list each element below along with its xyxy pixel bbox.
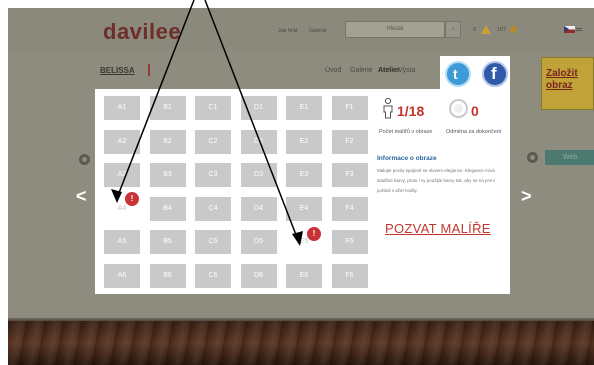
- create-painting-link[interactable]: Založit obraz: [546, 68, 578, 92]
- nav-gallery[interactable]: Galerie: [309, 28, 327, 34]
- grid-tile-a3[interactable]: A3: [104, 163, 140, 187]
- nav-how-to-play[interactable]: Jak hrát: [278, 28, 298, 34]
- grid-tile-c1[interactable]: C1: [195, 96, 231, 120]
- grid-tile-c2[interactable]: C2: [195, 129, 231, 154]
- twitter-icon[interactable]: t: [445, 61, 471, 87]
- wooden-floor: [8, 321, 594, 365]
- warning-icon: !: [125, 192, 139, 206]
- invite-painter-link[interactable]: POZVAT MALÍŘE: [385, 221, 491, 236]
- grid-tile-b2[interactable]: B2: [149, 129, 186, 154]
- grid-tile-b4[interactable]: B4: [149, 196, 186, 221]
- info-text: Malujte pocity spojené se slovem eleganc…: [377, 168, 495, 193]
- grid-tile-a5[interactable]: A5: [104, 230, 140, 254]
- tab-atelier[interactable]: Atelier: [378, 67, 400, 74]
- grid-tile-b6[interactable]: B6: [149, 263, 186, 288]
- info-title: Informace o obraze: [377, 155, 437, 162]
- grid-tile-e2[interactable]: E2: [286, 129, 322, 154]
- search-button[interactable]: ›: [445, 21, 461, 38]
- reward-count: 0: [471, 103, 479, 119]
- web-button[interactable]: Web: [545, 150, 594, 165]
- grid-tile-d1[interactable]: D1: [240, 96, 277, 120]
- grid-tile-d4[interactable]: D4: [240, 196, 277, 221]
- grid-tile-f5[interactable]: F5: [331, 230, 368, 254]
- grid-tile-e1[interactable]: E1: [286, 96, 322, 120]
- carousel-dot-left-icon[interactable]: [79, 154, 90, 165]
- search-input[interactable]: Hledat: [345, 21, 445, 38]
- grid-tile-a2[interactable]: A2: [104, 129, 140, 154]
- menu-icon[interactable]: [576, 28, 582, 31]
- tab-intro[interactable]: Úvod: [325, 67, 341, 74]
- painters-label: Počet malířů v obraze: [379, 129, 433, 135]
- create-painting-panel[interactable]: Založit obraz: [541, 57, 594, 110]
- tab-exhibitions[interactable]: Výsta: [398, 67, 416, 74]
- warning-icon: !: [307, 227, 321, 241]
- painters-count: 1/18: [397, 103, 425, 119]
- coin-count: 0: [473, 27, 477, 33]
- grid-tile-b5[interactable]: B5: [149, 230, 186, 254]
- grid-tile-b1[interactable]: B1: [149, 96, 186, 120]
- painting-modal: A1 B1 C1 D1 E1 F1 A2 B2 C2 D2 E2 F2 A3 B3 C3 D3 E3 F3 A4 B4…: [95, 89, 510, 294]
- score-icon: [510, 26, 517, 33]
- grid-tile-e6[interactable]: E6: [286, 263, 322, 288]
- grid-tile-e3[interactable]: E3: [286, 163, 322, 187]
- score-count: 107: [497, 27, 507, 33]
- profile-divider: [148, 64, 150, 76]
- create-painting-line2: obraz: [546, 80, 573, 91]
- grid-tile-d6[interactable]: D6: [240, 263, 277, 288]
- painting-grid: A1 B1 C1 D1 E1 F1 A2 B2 C2 D2 E2 F2 A3 B3 C3 D3 E3 F3 A4 B4…: [95, 89, 368, 294]
- top-margin: [0, 0, 594, 8]
- grid-tile-f6[interactable]: F6: [331, 263, 368, 288]
- site-header: davilee Jak hrát Galerie Hledat › 0 107: [8, 8, 594, 50]
- prev-arrow[interactable]: <: [76, 186, 87, 207]
- facebook-icon[interactable]: f: [482, 61, 508, 87]
- grid-tile-f3[interactable]: F3: [331, 163, 368, 187]
- grid-tile-c6[interactable]: C6: [195, 263, 231, 288]
- language-flag-icon[interactable]: [564, 26, 575, 33]
- coin-outline-icon: [449, 99, 468, 118]
- tab-gallery[interactable]: Galerie: [350, 67, 373, 74]
- person-icon: [383, 98, 393, 119]
- profile-user-name[interactable]: BELISSA: [100, 66, 135, 75]
- grid-tile-e4[interactable]: E4: [286, 196, 322, 221]
- site-logo[interactable]: davilee: [103, 19, 181, 45]
- grid-tile-f1[interactable]: F1: [331, 96, 368, 120]
- grid-tile-a1[interactable]: A1: [104, 96, 140, 120]
- grid-tile-d2[interactable]: D2: [240, 129, 277, 154]
- reward-label: Odměna za dokončení: [446, 129, 502, 135]
- grid-tile-b3[interactable]: B3: [149, 163, 186, 187]
- grid-tile-d3[interactable]: D3: [240, 163, 277, 187]
- grid-tile-d5[interactable]: D5: [240, 230, 277, 254]
- coins-icon: [481, 25, 491, 34]
- grid-tile-a6[interactable]: A6: [104, 263, 140, 288]
- carousel-dot-right-icon[interactable]: [527, 152, 538, 163]
- create-painting-line1: Založit: [546, 68, 578, 79]
- grid-tile-c5[interactable]: C5: [195, 230, 231, 254]
- grid-tile-f4[interactable]: F4: [331, 196, 368, 221]
- grid-tile-f2[interactable]: F2: [331, 129, 368, 154]
- next-arrow[interactable]: >: [521, 186, 532, 207]
- grid-tile-c4[interactable]: C4: [195, 196, 231, 221]
- grid-tile-c3[interactable]: C3: [195, 163, 231, 187]
